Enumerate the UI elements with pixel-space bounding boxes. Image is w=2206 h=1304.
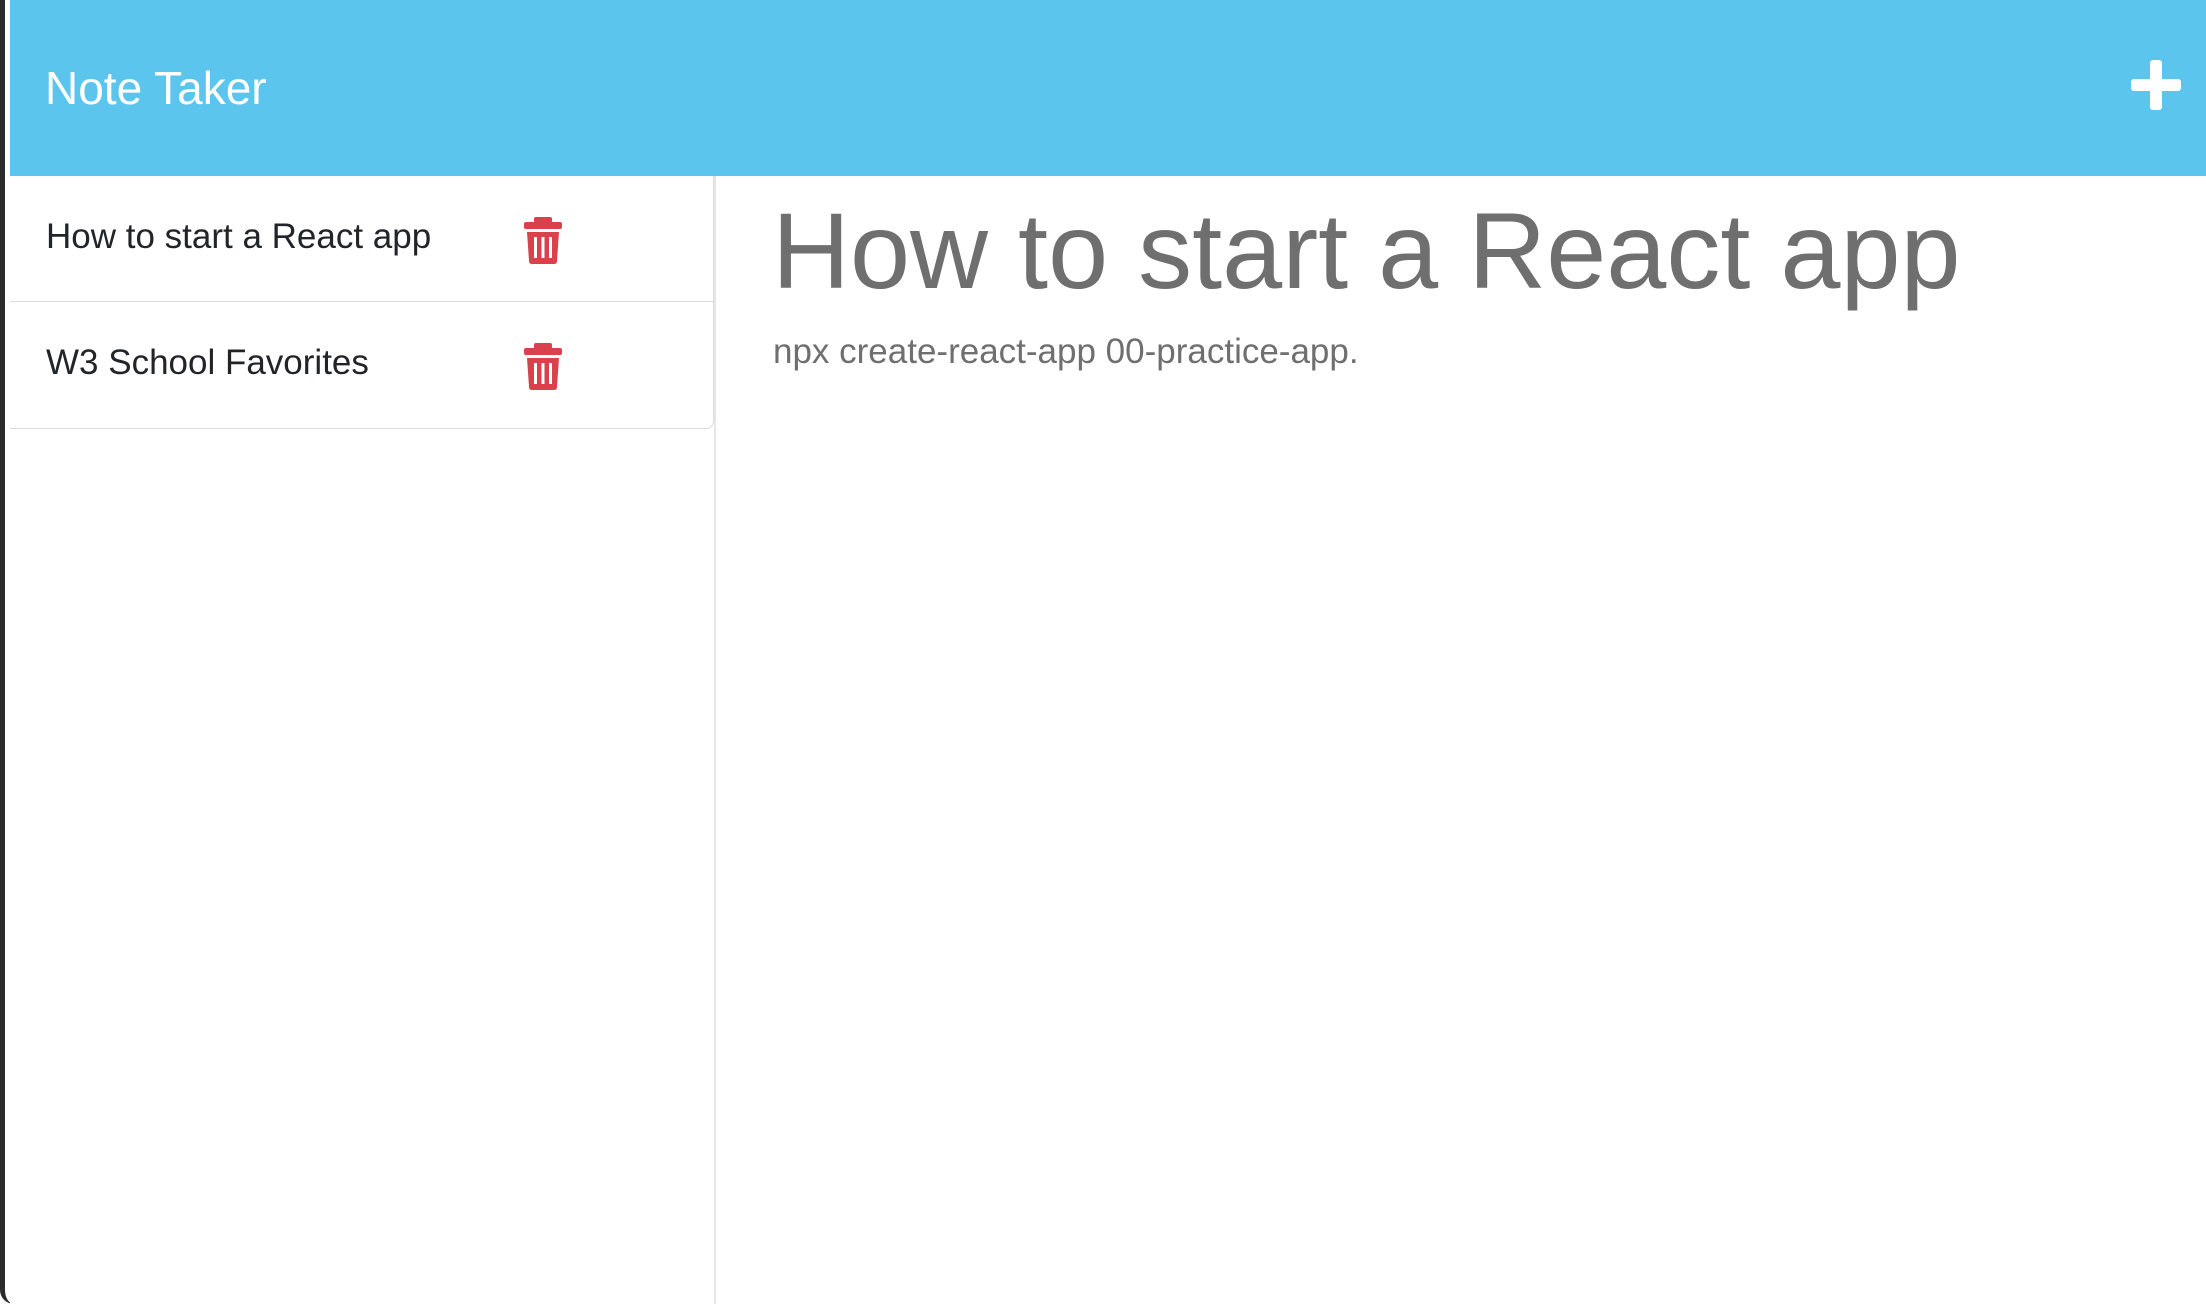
app-brand[interactable]: Note Taker — [45, 58, 267, 118]
note-list-title: W3 School Favorites — [46, 343, 369, 382]
note-list: How to start a React app W3 School Favor… — [10, 176, 714, 429]
note-title-input[interactable]: How to start a React app — [772, 186, 2172, 316]
delete-note-button[interactable] — [518, 215, 568, 265]
notes-sidebar: How to start a React app W3 School Favor… — [10, 176, 716, 1304]
trash-icon — [524, 343, 562, 390]
delete-note-button[interactable] — [518, 341, 568, 391]
note-list-title: How to start a React app — [46, 217, 432, 256]
plus-icon — [2131, 60, 2181, 110]
note-text-area[interactable]: npx create-react-app 00-practice-app. — [773, 328, 2173, 376]
trash-icon — [524, 217, 562, 264]
navbar: Note Taker — [10, 0, 2206, 176]
list-item[interactable]: W3 School Favorites — [10, 302, 713, 428]
list-item[interactable]: How to start a React app — [10, 176, 713, 302]
note-editor: How to start a React app npx create-reac… — [716, 176, 2206, 1304]
new-note-button[interactable] — [2121, 50, 2191, 120]
app-window: Note Taker How to start a React app W3 S… — [0, 0, 2206, 1304]
